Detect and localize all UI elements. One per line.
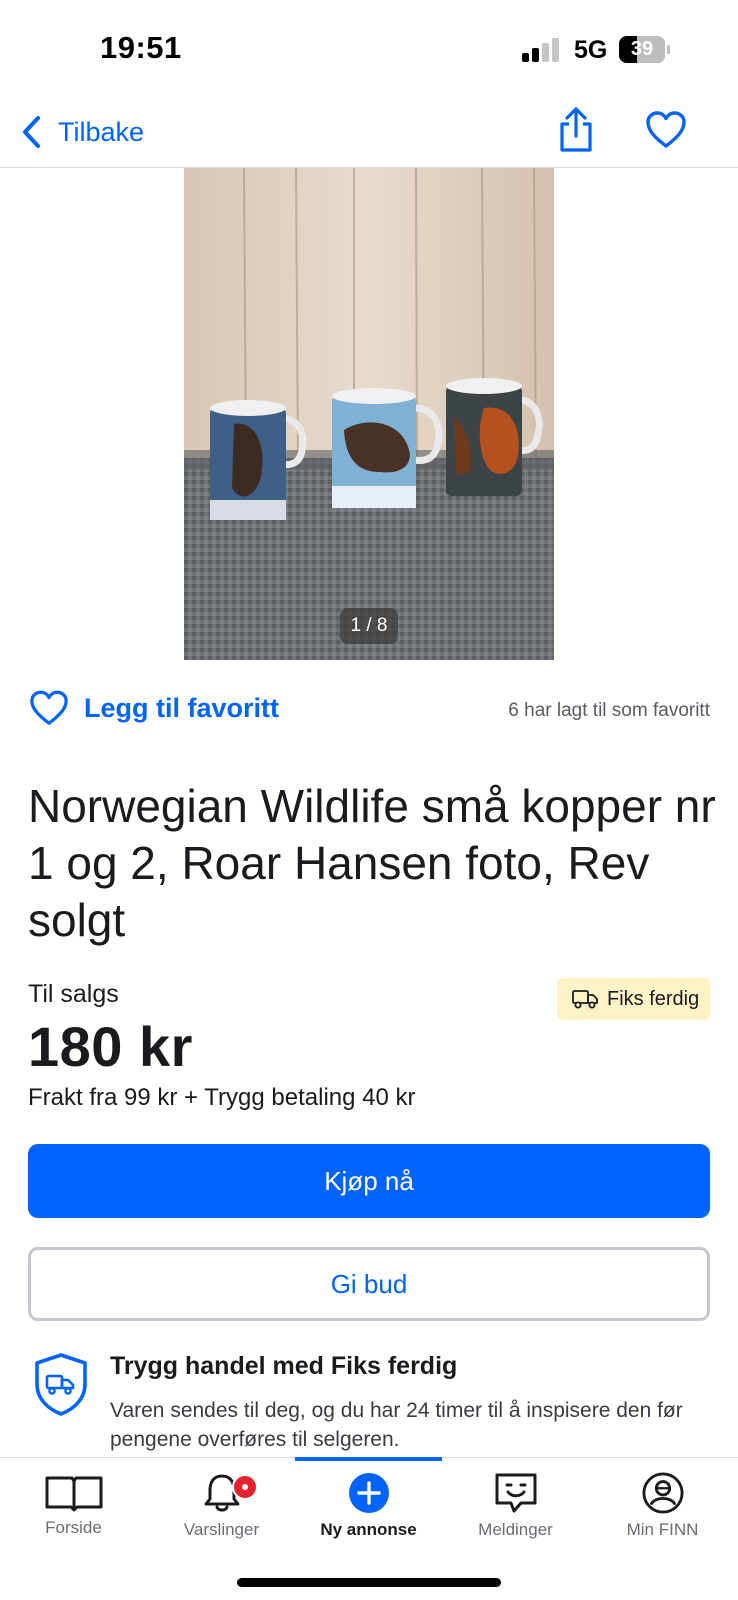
- safe-trade-description: Varen sendes til deg, og du har 24 timer…: [110, 1399, 683, 1451]
- delivery-truck-icon: [572, 990, 598, 1009]
- notification-badge: [232, 1474, 258, 1500]
- battery-level: 39: [630, 38, 654, 60]
- listing-photo: [184, 168, 554, 660]
- plus-circle-icon: [348, 1473, 389, 1513]
- network-type: 5G: [574, 36, 608, 64]
- tab-label-forside: Forside: [45, 1518, 102, 1537]
- tab-min-finn[interactable]: Min FINN: [589, 1472, 736, 1552]
- shipping-info: Frakt fra 99 kr + Trygg betaling 40 kr: [28, 1084, 416, 1111]
- share-icon: [560, 107, 592, 152]
- listing-title: Norwegian Wildlife små kopper nr 1 og 2,…: [28, 780, 716, 946]
- fiks-ferdig-badge: Fiks ferdig: [557, 978, 710, 1020]
- tab-label-varslinger: Varslinger: [183, 1520, 260, 1539]
- book-icon: [45, 1476, 102, 1512]
- tab-meldinger[interactable]: Meldinger: [442, 1472, 589, 1552]
- favorite-count-text: 6 har lagt til som favoritt: [508, 700, 710, 721]
- favorite-heart-button[interactable]: [644, 108, 688, 152]
- tab-label-min-finn: Min FINN: [626, 1520, 699, 1539]
- add-to-favorites-button[interactable]: Legg til favoritt: [28, 688, 279, 728]
- tab-varslinger[interactable]: Varslinger: [148, 1472, 295, 1552]
- share-button[interactable]: [556, 106, 596, 154]
- buy-now-button[interactable]: Kjøp nå: [28, 1144, 710, 1218]
- tab-ny-annonse[interactable]: Ny annonse: [295, 1472, 442, 1552]
- status-bar: 19:51 5G 39: [0, 0, 738, 100]
- profile-icon: [641, 1472, 684, 1514]
- home-indicator[interactable]: [237, 1578, 501, 1587]
- battery-icon: 39: [619, 36, 671, 63]
- listing-price: 180 kr: [28, 1015, 193, 1078]
- make-offer-button[interactable]: Gi bud: [28, 1247, 710, 1321]
- nav-bar: Tilbake: [0, 100, 738, 168]
- back-button[interactable]: Tilbake: [20, 110, 144, 154]
- status-time: 19:51: [100, 30, 182, 65]
- active-tab-indicator: [295, 1457, 442, 1461]
- fiks-ferdig-label: Fiks ferdig: [607, 987, 700, 1010]
- tab-label-meldinger: Meldinger: [478, 1520, 553, 1539]
- heart-outline-icon: [30, 690, 68, 725]
- cellular-signal-icon: [522, 38, 562, 62]
- listing-status: Til salgs: [28, 980, 119, 1008]
- add-to-favorites-label: Legg til favoritt: [84, 692, 279, 723]
- shield-truck-icon: [35, 1353, 87, 1416]
- safe-trade-title: Trygg handel med Fiks ferdig: [110, 1352, 458, 1380]
- heart-outline-icon: [646, 111, 686, 148]
- chevron-left-icon: [23, 116, 40, 148]
- chat-icon: [495, 1473, 536, 1513]
- favorite-row: Legg til favoritt 6 har lagt til som fav…: [28, 688, 710, 734]
- back-label: Tilbake: [58, 116, 145, 147]
- tab-forside[interactable]: Forside: [0, 1472, 147, 1552]
- image-counter: 1 / 8: [340, 608, 398, 644]
- tab-label-ny-annonse: Ny annonse: [320, 1520, 417, 1539]
- listing-image-gallery[interactable]: 1 / 8: [184, 168, 554, 660]
